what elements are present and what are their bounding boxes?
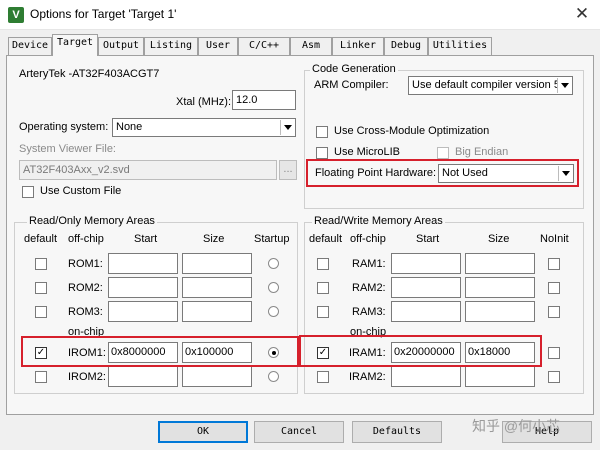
ram1-noinit-checkbox[interactable] — [548, 258, 560, 270]
ro-header-offchip: off-chip — [68, 233, 104, 245]
ram2-noinit-checkbox[interactable] — [548, 282, 560, 294]
rom3-default-checkbox[interactable] — [35, 306, 47, 318]
rom1-default-checkbox[interactable] — [35, 258, 47, 270]
rom2-default-checkbox[interactable] — [35, 282, 47, 294]
tab-debug[interactable]: Debug — [384, 37, 428, 55]
iram2-label: IRAM2: — [349, 371, 386, 383]
ram1-default-checkbox[interactable] — [317, 258, 329, 270]
rom1-start-input[interactable] — [108, 253, 178, 274]
rw-memory-title: Read/Write Memory Areas — [312, 215, 445, 227]
window-title: Options for Target 'Target 1' — [30, 7, 177, 21]
ro-header-size: Size — [203, 233, 225, 245]
ram2-start-input[interactable] — [391, 277, 461, 298]
compiler-select[interactable]: Use default compiler version 5 — [408, 76, 573, 95]
ram2-default-checkbox[interactable] — [317, 282, 329, 294]
rom1-label: ROM1: — [68, 258, 103, 270]
rom2-size-input[interactable] — [182, 277, 252, 298]
fph-value: Not Used — [442, 167, 488, 179]
ram3-default-checkbox[interactable] — [317, 306, 329, 318]
iram2-noinit-checkbox[interactable] — [548, 371, 560, 383]
svd-browse-button[interactable]: ... — [279, 160, 297, 180]
rw-header-start: Start — [416, 233, 440, 245]
ram1-start-input[interactable] — [391, 253, 461, 274]
microlib-label: Use MicroLIB — [334, 146, 401, 158]
microlib-checkbox[interactable] — [316, 147, 328, 159]
ram2-size-input[interactable] — [465, 277, 535, 298]
ram1-size-input[interactable] — [465, 253, 535, 274]
tab-linker[interactable]: Linker — [332, 37, 384, 55]
irom1-highlight-box — [21, 336, 299, 367]
tab-c-cpp[interactable]: C/C++ — [238, 37, 290, 55]
cross-module-checkbox[interactable] — [316, 126, 328, 138]
rom3-label: ROM3: — [68, 306, 103, 318]
xtal-label: Xtal (MHz): — [176, 96, 231, 108]
compiler-value: Use default compiler version 5 — [412, 79, 560, 91]
tab-utilities[interactable]: Utilities — [428, 37, 492, 55]
rw-header-noinit: NoInit — [540, 233, 569, 245]
rw-header-default: default — [309, 233, 343, 245]
watermark: 知乎 @何小芯 — [472, 418, 561, 434]
chevron-down-icon[interactable] — [557, 78, 571, 93]
custom-file-checkbox[interactable] — [22, 186, 34, 198]
tab-output[interactable]: Output — [98, 37, 144, 55]
irom2-size-input[interactable] — [182, 366, 252, 387]
irom2-startup-radio[interactable] — [268, 371, 279, 382]
chevron-down-icon[interactable] — [280, 120, 294, 135]
ram3-noinit-checkbox[interactable] — [548, 306, 560, 318]
code-generation-title: Code Generation — [310, 63, 398, 75]
cross-module-label: Use Cross-Module Optimization — [334, 125, 490, 137]
irom2-label: IROM2: — [68, 371, 106, 383]
ram3-size-input[interactable] — [465, 301, 535, 322]
rom2-start-input[interactable] — [108, 277, 178, 298]
ro-header-default: default — [24, 233, 58, 245]
chevron-down-icon[interactable] — [558, 166, 572, 181]
device-name: ArteryTek -AT32F403ACGT7 — [19, 68, 160, 80]
custom-file-label: Use Custom File — [40, 185, 122, 197]
close-icon[interactable]: ✕ — [570, 4, 594, 26]
rom2-startup-radio[interactable] — [268, 282, 279, 293]
tab-target[interactable]: Target — [52, 34, 98, 56]
iram2-default-checkbox[interactable] — [317, 371, 329, 383]
fph-select[interactable]: Not Used — [438, 164, 574, 183]
iram1-highlight-box — [299, 335, 542, 367]
os-label: Operating system: — [19, 121, 109, 133]
rom3-start-input[interactable] — [108, 301, 178, 322]
svd-input[interactable]: AT32F403Axx_v2.svd — [19, 160, 277, 180]
xtal-input[interactable]: 12.0 — [232, 90, 296, 110]
ro-memory-title: Read/Only Memory Areas — [27, 215, 157, 227]
ro-header-start: Start — [134, 233, 158, 245]
iram2-start-input[interactable] — [391, 366, 461, 387]
ram2-label: RAM2: — [352, 282, 386, 294]
fph-label: Floating Point Hardware: — [315, 167, 437, 179]
tab-listing[interactable]: Listing — [144, 37, 198, 55]
irom2-start-input[interactable] — [108, 366, 178, 387]
ram3-label: RAM3: — [352, 306, 386, 318]
rom3-size-input[interactable] — [182, 301, 252, 322]
rom1-size-input[interactable] — [182, 253, 252, 274]
rw-header-offchip: off-chip — [350, 233, 386, 245]
tab-asm[interactable]: Asm — [290, 37, 332, 55]
irom2-default-checkbox[interactable] — [35, 371, 47, 383]
ro-header-startup: Startup — [254, 233, 290, 245]
compiler-label: ARM Compiler: — [314, 79, 389, 91]
os-value: None — [116, 121, 143, 133]
tab-device[interactable]: Device — [8, 37, 52, 55]
tab-user[interactable]: User — [198, 37, 238, 55]
ram1-label: RAM1: — [352, 258, 386, 270]
uvision-icon: V — [8, 7, 24, 23]
rom1-startup-radio[interactable] — [268, 258, 279, 269]
rom2-label: ROM2: — [68, 282, 103, 294]
rw-header-size: Size — [488, 233, 510, 245]
defaults-button[interactable]: Defaults — [352, 421, 442, 443]
iram2-size-input[interactable] — [465, 366, 535, 387]
ram3-start-input[interactable] — [391, 301, 461, 322]
iram1-noinit-checkbox[interactable] — [548, 347, 560, 359]
rom3-startup-radio[interactable] — [268, 306, 279, 317]
big-endian-label: Big Endian — [455, 146, 509, 158]
cancel-button[interactable]: Cancel — [254, 421, 344, 443]
big-endian-checkbox[interactable] — [437, 147, 449, 159]
svd-label: System Viewer File: — [19, 143, 116, 155]
ok-button[interactable]: OK — [158, 421, 248, 443]
os-select[interactable]: None — [112, 118, 296, 137]
